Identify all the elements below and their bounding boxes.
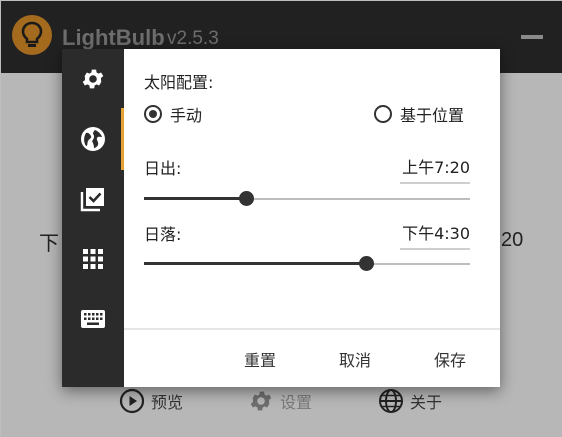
reset-button[interactable]: 重置: [244, 347, 276, 371]
sunrise-slider-thumb[interactable]: [239, 191, 255, 206]
app-version: v2.5.3: [167, 28, 219, 49]
solar-config-title: 太阳配置:: [144, 73, 214, 92]
radio-unselected-indicator: [374, 105, 392, 123]
cancel-button[interactable]: 取消: [339, 347, 371, 371]
rail-applications-button[interactable]: [62, 169, 124, 229]
keyboard-icon: [81, 310, 105, 328]
rail-general-button[interactable]: [62, 49, 124, 109]
sunset-time-field[interactable]: 下午4:30: [400, 220, 470, 250]
earth-icon: [81, 127, 105, 151]
app-name: LightBulb: [62, 25, 165, 50]
current-time-partial-left: 下: [39, 233, 59, 255]
sunrise-slider[interactable]: [144, 191, 470, 207]
preview-nav-label: 预览: [151, 393, 184, 412]
mode-manual-label: 手动: [170, 106, 203, 125]
save-button[interactable]: 保存: [434, 347, 466, 371]
sunrise-time-field[interactable]: 上午7:20: [400, 154, 470, 184]
settings-side-rail: [62, 49, 124, 387]
globe-icon: [379, 389, 403, 413]
rail-hotkeys-button[interactable]: [62, 289, 124, 349]
rail-extensions-button[interactable]: [62, 229, 124, 289]
slider-fill: [144, 197, 247, 200]
lightbulb-logo-icon: [12, 15, 52, 55]
checklist-icon: [80, 188, 104, 212]
sunset-slider-thumb[interactable]: [359, 256, 374, 271]
rail-location-button[interactable]: [62, 109, 124, 169]
solar-settings-panel: 太阳配置: 手动 基于位置 日出: 上午7:20 日落: 下午4:30 重置 取…: [124, 49, 500, 387]
settings-dialog: 太阳配置: 手动 基于位置 日出: 上午7:20 日落: 下午4:30 重置 取…: [62, 49, 500, 387]
settings-nav-button[interactable]: 设置: [248, 388, 312, 414]
bottom-nav: 预览 设置 关于: [1, 382, 562, 424]
sunset-slider[interactable]: [144, 256, 470, 272]
sunset-label: 日落:: [144, 225, 182, 244]
mode-location-radio[interactable]: 基于位置: [374, 102, 464, 126]
about-nav-button[interactable]: 关于: [378, 388, 442, 414]
gear-icon: [250, 391, 272, 411]
radio-selected-indicator: [144, 105, 162, 123]
mode-location-label: 基于位置: [400, 106, 465, 125]
gear-icon: [82, 69, 104, 89]
minimize-button[interactable]: [521, 35, 543, 39]
about-nav-label: 关于: [410, 393, 443, 412]
current-time-partial-right: 20: [501, 229, 524, 251]
actions-divider: [124, 328, 500, 330]
preview-nav-button[interactable]: 预览: [119, 388, 183, 414]
slider-fill: [144, 262, 366, 265]
sunrise-label: 日出:: [144, 159, 182, 178]
mode-manual-radio[interactable]: 手动: [144, 102, 202, 126]
settings-nav-label: 设置: [280, 393, 313, 412]
play-circle-icon: [119, 388, 145, 414]
grid-icon: [83, 249, 103, 269]
